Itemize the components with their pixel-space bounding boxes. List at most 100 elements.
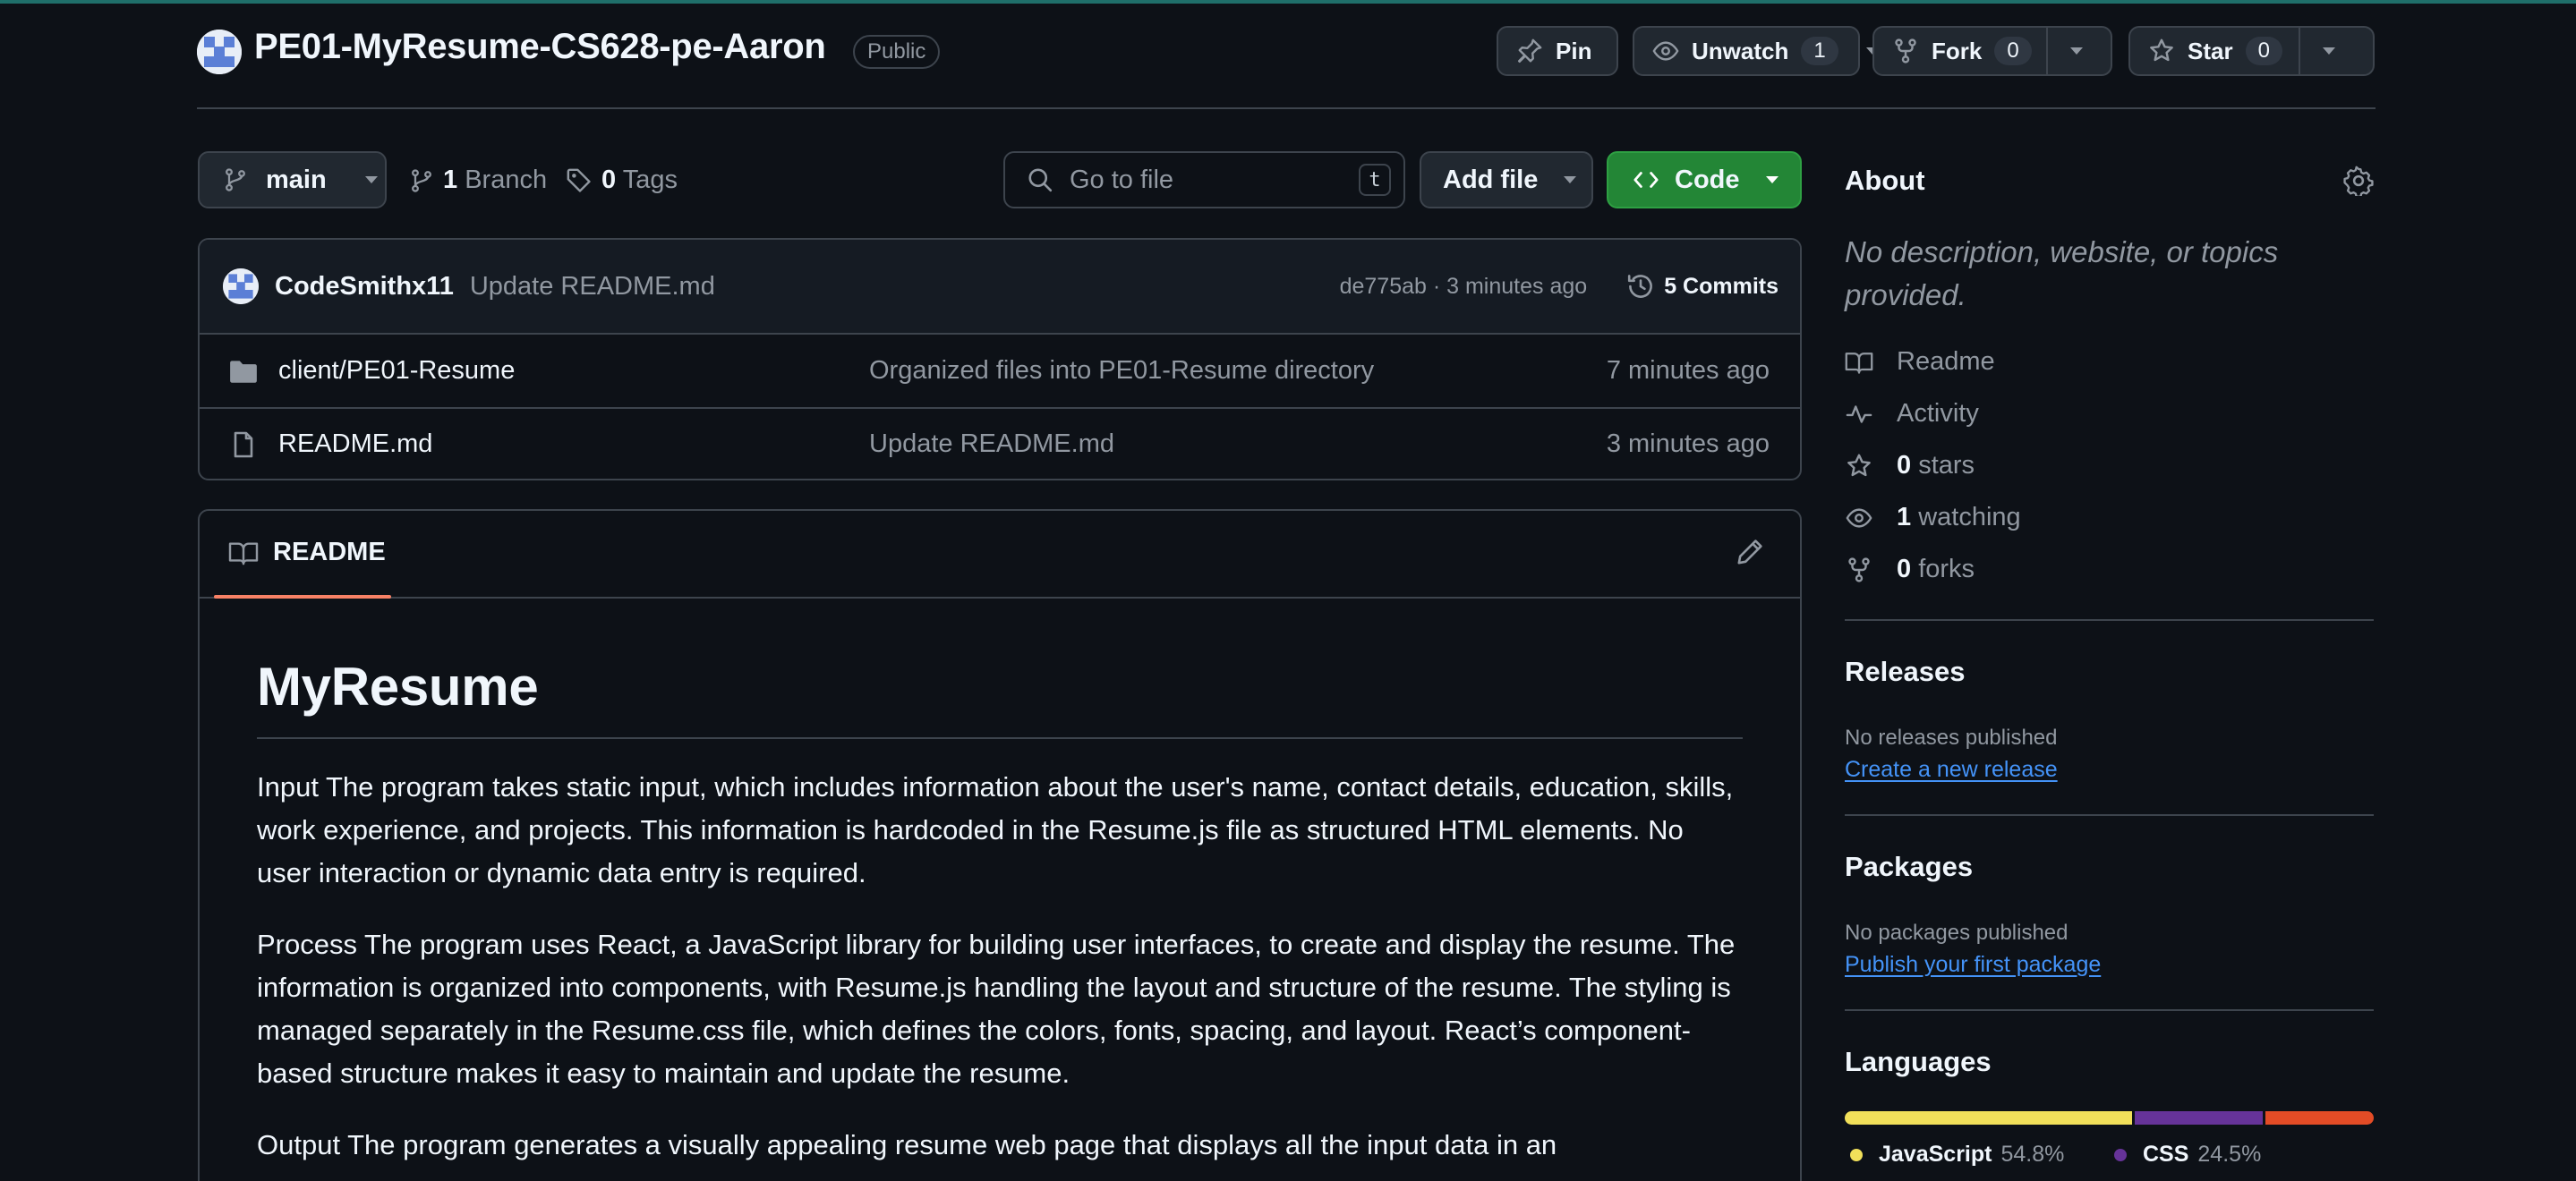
commit-author[interactable]: CodeSmithx11 <box>275 272 454 302</box>
forks-link[interactable]: 0 forks <box>1845 555 1975 584</box>
file-browser: CodeSmithx11 Update README.md de775ab · … <box>198 238 1802 480</box>
visibility-badge: Public <box>853 35 941 69</box>
languages-bar <box>1845 1111 2374 1125</box>
owner-avatar[interactable] <box>197 30 242 74</box>
folder-icon <box>228 358 259 385</box>
tag-icon <box>566 167 593 194</box>
stars-link[interactable]: 0 stars <box>1845 451 1975 480</box>
code-button[interactable]: Code <box>1607 151 1802 208</box>
file-row[interactable]: README.md Update README.md 3 minutes ago <box>200 407 1800 479</box>
fork-icon <box>1845 557 1873 583</box>
fork-icon <box>1892 38 1919 64</box>
tags-link[interactable]: 0 Tags <box>566 166 678 195</box>
file-time: 3 minutes ago <box>1606 429 1770 458</box>
gear-icon <box>2343 166 2374 196</box>
latest-commit-bar: CodeSmithx11 Update README.md de775ab · … <box>200 240 1800 335</box>
commit-hash-time[interactable]: de775ab · 3 minutes ago <box>1340 274 1588 300</box>
file-name[interactable]: client/PE01-Resume <box>278 356 851 386</box>
pin-label: Pin <box>1556 37 1592 64</box>
code-icon <box>1632 166 1660 193</box>
file-commit-message[interactable]: Organized files into PE01-Resume directo… <box>869 356 1374 386</box>
unwatch-button[interactable]: Unwatch 1 <box>1633 26 1879 76</box>
edit-readme-button[interactable] <box>1736 538 1764 566</box>
language-name: JavaScript <box>1879 1142 1992 1167</box>
file-row[interactable]: client/PE01-Resume Organized files into … <box>200 335 1800 407</box>
book-icon <box>1845 349 1873 376</box>
eye-icon <box>1652 38 1679 64</box>
star-button[interactable]: Star 0 <box>2128 26 2375 76</box>
readme-paragraph: Input The program takes static input, wh… <box>257 771 1734 888</box>
releases-heading[interactable]: Releases <box>1845 656 1965 688</box>
readme-link[interactable]: Readme <box>1845 347 1995 377</box>
star-count: 0 <box>2245 37 2282 65</box>
language-percent: 54.8% <box>2000 1142 2065 1167</box>
file-name[interactable]: README.md <box>278 429 851 459</box>
branches-link[interactable]: 1 Branch <box>409 166 547 195</box>
tag-count: 0 <box>601 166 617 194</box>
commits-count-label: 5 Commits <box>1664 273 1778 299</box>
sidebar-divider <box>1845 619 2374 621</box>
file-time: 7 minutes ago <box>1606 356 1770 385</box>
branch-count: 1 <box>443 166 458 194</box>
language-name: CSS <box>2143 1142 2189 1167</box>
watching-label: watching <box>1918 503 2021 531</box>
language-bar-segment-css <box>2134 1111 2263 1125</box>
pin-button[interactable]: Pin <box>1497 26 1618 76</box>
packages-note: No packages published <box>1845 921 2068 945</box>
git-branch-icon <box>409 167 434 194</box>
fork-label: Fork <box>1932 37 1983 64</box>
language-item-css[interactable]: CSS 24.5% <box>2114 1142 2261 1168</box>
activity-link[interactable]: Activity <box>1845 399 1979 429</box>
readme-tab[interactable]: README <box>228 538 386 567</box>
fork-count: 0 <box>1994 37 2032 65</box>
packages-heading[interactable]: Packages <box>1845 851 1973 883</box>
readme-paragraph: Process The program uses React, a JavaSc… <box>257 929 1736 1089</box>
watching-count: 1 <box>1897 503 1912 531</box>
file-commit-message[interactable]: Update README.md <box>869 429 1114 459</box>
caret-down-icon <box>2322 47 2336 55</box>
releases-note: No releases published <box>1845 726 2058 750</box>
language-bar-segment-javascript <box>1845 1111 2132 1125</box>
edit-about-button[interactable] <box>2343 166 2374 196</box>
commit-message[interactable]: Update README.md <box>470 272 715 302</box>
fork-dropdown[interactable] <box>2048 28 2105 74</box>
star-icon <box>2148 38 2175 64</box>
stars-label: stars <box>1918 451 1975 480</box>
commits-history-link[interactable]: 5 Commits <box>1626 272 1778 301</box>
star-dropdown[interactable] <box>2300 28 2358 74</box>
readme-link-label: Readme <box>1897 347 1995 376</box>
book-icon <box>228 540 259 566</box>
branch-selector[interactable]: main <box>198 151 387 208</box>
file-icon <box>228 430 259 459</box>
readme-panel: README MyResume Input The program takes … <box>198 509 1802 1181</box>
history-icon <box>1626 272 1655 301</box>
git-branch-icon <box>223 166 248 193</box>
caret-down-icon <box>1765 175 1779 184</box>
shortcut-key: t <box>1359 164 1391 196</box>
repo-name[interactable]: PE01-MyResume-CS628-pe-Aaron <box>254 27 826 67</box>
tag-label: Tags <box>622 166 678 194</box>
language-dot <box>2114 1148 2127 1161</box>
readme-content: MyResume Input The program takes static … <box>200 599 1800 1167</box>
language-percent: 24.5% <box>2197 1142 2262 1167</box>
pin-icon <box>1516 38 1543 64</box>
go-to-file-input[interactable]: Go to file t <box>1003 151 1405 208</box>
search-icon <box>1027 166 1053 193</box>
add-file-button[interactable]: Add file <box>1420 151 1593 208</box>
readme-paragraph: Output The program generates a visually … <box>257 1129 1557 1160</box>
readme-tab-label: README <box>273 538 386 566</box>
caret-down-icon <box>364 175 379 184</box>
watch-count: 1 <box>1801 37 1838 65</box>
publish-package-link[interactable]: Publish your first package <box>1845 952 2101 978</box>
create-release-link[interactable]: Create a new release <box>1845 757 2058 783</box>
readme-title: MyResume <box>257 656 1743 739</box>
sidebar-divider <box>1845 1009 2374 1011</box>
watching-link[interactable]: 1 watching <box>1845 503 2021 532</box>
activity-link-label: Activity <box>1897 399 1979 428</box>
language-item-javascript[interactable]: JavaScript 54.8% <box>1850 1142 2064 1168</box>
fork-button[interactable]: Fork 0 <box>1872 26 2112 76</box>
add-file-label: Add file <box>1443 165 1539 194</box>
pencil-icon <box>1736 538 1764 566</box>
about-heading: About <box>1845 165 1925 196</box>
author-avatar[interactable] <box>223 268 259 304</box>
